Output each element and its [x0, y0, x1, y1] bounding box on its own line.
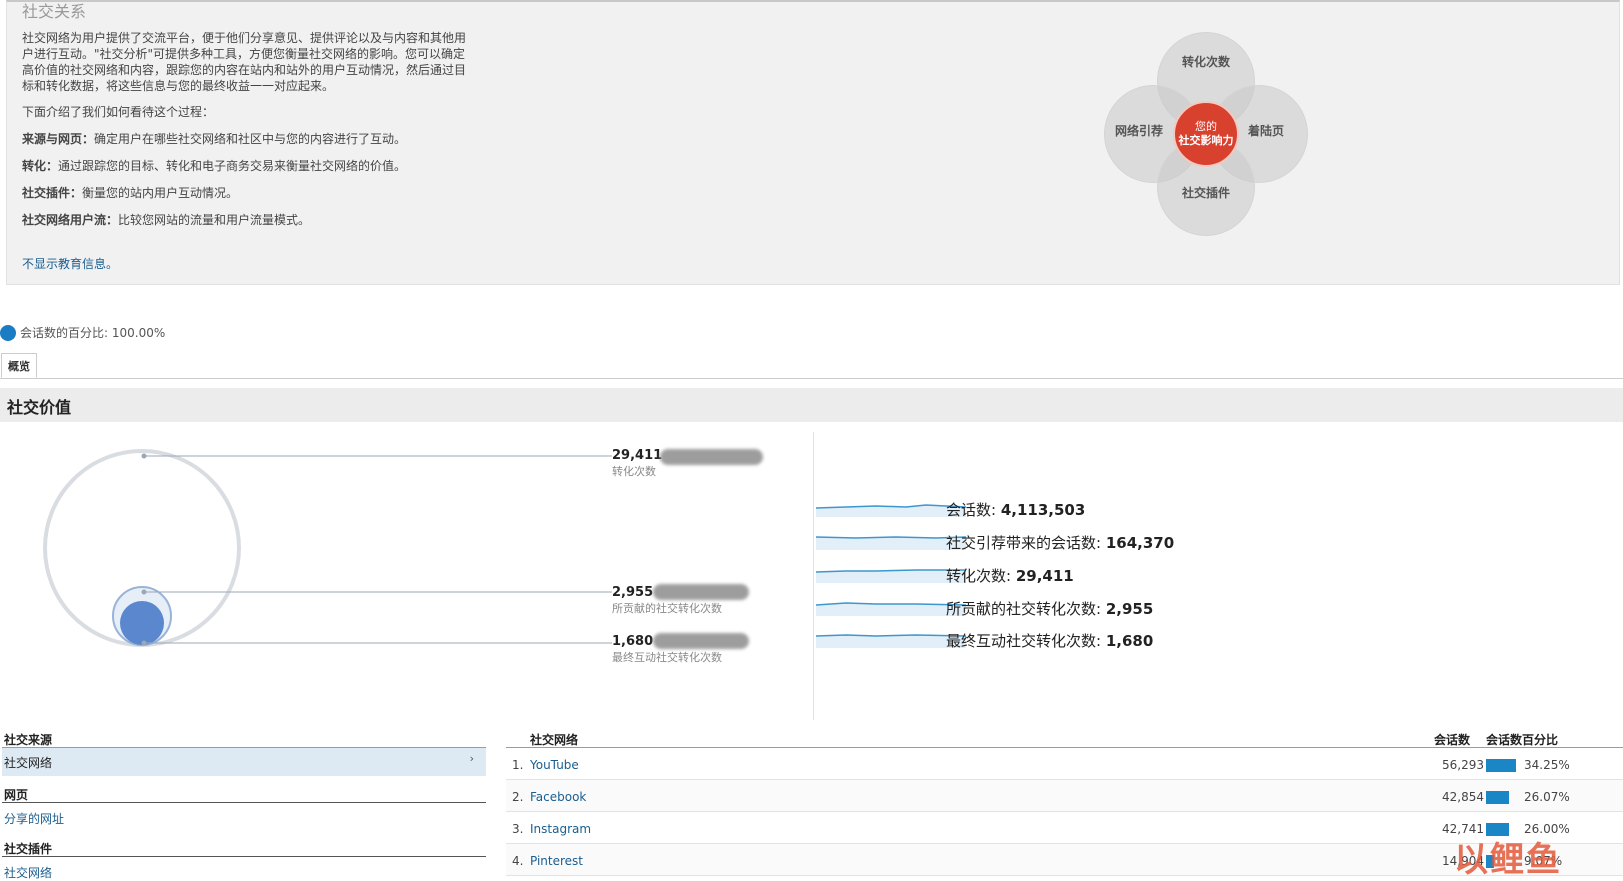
section-title: 社交价值: [7, 398, 72, 417]
process-intro: 下面介绍了我们如何看待这个过程：: [22, 105, 215, 119]
network-link[interactable]: YouTube: [530, 758, 579, 772]
diagram-label-top: 转化次数: [1182, 55, 1231, 69]
intro-text-block: 社交网络为用户提供了交流平台，便于他们分享意见、提供评论以及与内容和其他用户进行…: [22, 30, 472, 228]
kpi-conversions: 转化次数: 29,411: [946, 567, 1074, 585]
pages-heading: 网页: [4, 788, 29, 802]
network-link[interactable]: Pinterest: [530, 854, 583, 868]
divider: [2, 856, 486, 857]
sparkline-sessions: [816, 504, 966, 517]
watermark-logo: 以鲤鱼: [1454, 840, 1562, 880]
sessions-percentage: 会话数的百分比: 100.00%: [0, 324, 165, 341]
diagram-label-bottom: 社交插件: [1182, 186, 1231, 200]
diagram-label-right: 着陆页: [1248, 124, 1285, 138]
tab-overview[interactable]: 概览: [1, 353, 37, 378]
share-bar: [1486, 759, 1516, 772]
chevron-right-icon: ›: [469, 752, 474, 765]
kpi-last-interaction-conversions: 最终互动社交转化次数: 1,680: [946, 632, 1154, 650]
intro-paragraph: 社交网络为用户提供了交流平台，便于他们分享意见、提供评论以及与内容和其他用户进行…: [22, 31, 467, 93]
table-row: 2. Facebook 42,854 26.07%: [506, 780, 1623, 812]
leader-dot-total: [141, 453, 147, 459]
sparkline-last-interaction: [816, 634, 966, 648]
redaction-blur: [653, 584, 749, 600]
hide-education-link[interactable]: 不显示教育信息。: [22, 255, 118, 272]
column-social-network: 社交网络: [530, 733, 579, 747]
tab-bar: 概览: [0, 353, 1623, 379]
process-item: 社交网络用户流：比较您网站的流量和用户流量模式。: [22, 213, 311, 227]
vertical-divider: [813, 432, 814, 720]
pie-chart-icon: [0, 324, 16, 341]
network-link[interactable]: Facebook: [530, 790, 586, 804]
kpi-assisted-conversions: 所贡献的社交转化次数: 2,955: [946, 600, 1154, 618]
column-sessions: 会话数: [1434, 733, 1471, 747]
kpi-social-referral-sessions: 社交引荐带来的会话数: 164,370: [946, 534, 1175, 552]
divider: [2, 802, 486, 803]
table-row: 1. YouTube 56,293 34.25%: [506, 748, 1623, 780]
sparkline-conversions: [816, 569, 966, 583]
process-item: 来源与网页：确定用户在哪些社交网络和社区中与您的内容进行了互动。: [22, 132, 407, 146]
kpi-sessions: 会话数: 4,113,503: [946, 501, 1086, 519]
shared-urls-link[interactable]: 分享的网址: [4, 810, 64, 827]
diagram-label-left: 网络引荐: [1115, 124, 1164, 138]
social-source-heading: 社交来源: [4, 733, 53, 747]
sparkline-social-referrals: [816, 536, 966, 550]
last-interaction-circle: [120, 601, 164, 645]
panel-title: 社交关系: [22, 2, 87, 21]
process-item: 社交插件：衡量您的站内用户互动情况。: [22, 186, 239, 200]
social-influence-core: 您的 社交影响力: [1173, 101, 1239, 167]
share-bar: [1486, 791, 1509, 804]
network-link[interactable]: Instagram: [530, 822, 591, 836]
plugins-social-network-link[interactable]: 社交网络: [4, 864, 52, 881]
table-header: 社交网络 会话数 会话数百分比: [506, 726, 1623, 748]
social-plugins-heading: 社交插件: [4, 842, 53, 856]
leader-dot-assisted: [141, 589, 147, 595]
redaction-blur: [660, 449, 763, 465]
redaction-blur: [653, 633, 749, 649]
sparkline-assisted-conversions: [816, 602, 966, 616]
column-sessions-pct: 会话数百分比: [1486, 733, 1559, 747]
section-header: 社交价值: [0, 388, 1623, 422]
conversion-metric-total: 29,411 转化次数: [612, 448, 663, 478]
leader-dot-last: [141, 640, 147, 646]
social-network-nav-item[interactable]: 社交网络 ›: [2, 747, 486, 776]
process-item: 转化：通过跟踪您的目标、转化和电子商务交易来衡量社交网络的价值。: [22, 159, 407, 173]
